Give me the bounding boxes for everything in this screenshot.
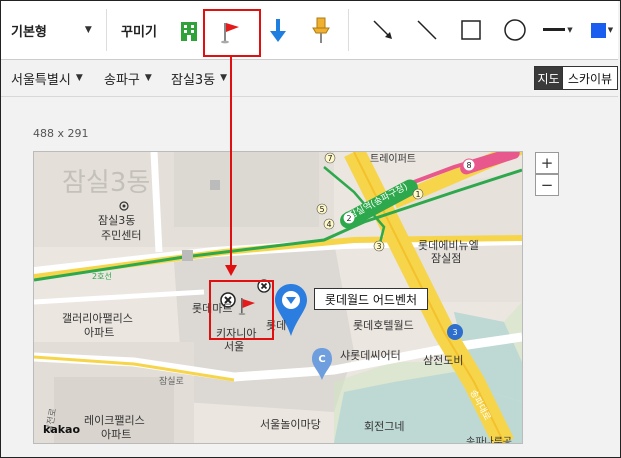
map-type-skyview-button[interactable]: 스카이뷰 xyxy=(562,66,618,90)
community-center-label-1: 잠실3동 xyxy=(98,214,136,227)
building-icon xyxy=(181,22,197,41)
marker-highlight-box xyxy=(209,280,274,340)
community-center-label-2: 주민센터 xyxy=(101,229,142,242)
rectangle-icon xyxy=(461,20,481,40)
selected-tool-highlight xyxy=(203,9,261,57)
svg-text:8: 8 xyxy=(466,161,471,170)
chevron-down-icon: ▼ xyxy=(567,26,573,34)
dong-label: 잠실3동 xyxy=(171,72,216,88)
location-bar: 서울특별시 ▼ 송파구 ▼ 잠실3동 ▼ xyxy=(1,60,618,97)
decorate-text: 꾸미기 xyxy=(121,24,157,40)
charlotte-theater-label: 샤롯데씨어터 xyxy=(340,349,401,362)
svg-text:4: 4 xyxy=(326,220,331,229)
area-name-label: 잠실3동 xyxy=(62,168,151,198)
building-marker-button[interactable] xyxy=(173,1,205,59)
zoom-out-button[interactable]: − xyxy=(535,174,559,196)
zoom-in-button[interactable]: + xyxy=(535,152,559,174)
kakao-logo: kakao xyxy=(43,423,81,436)
color-select[interactable]: ▼ xyxy=(587,1,617,59)
city-select[interactable]: 서울특별시 ▼ xyxy=(11,60,83,96)
arrow-marker-button[interactable] xyxy=(264,1,292,59)
samjeondobi-label: 삼전도비 xyxy=(423,354,464,367)
svg-text:C: C xyxy=(318,354,325,365)
svg-text:3: 3 xyxy=(452,328,457,337)
pushpin-icon xyxy=(312,17,330,43)
color-swatch xyxy=(590,22,606,38)
style-select[interactable]: 기본형 ▼ xyxy=(11,1,101,59)
arrow-line-button[interactable] xyxy=(369,1,397,59)
top-area-label: 트레이퍼트 xyxy=(370,154,416,165)
decorate-label: 꾸미기 xyxy=(114,1,164,59)
map-size-label: 488 x 291 xyxy=(33,127,89,140)
divider xyxy=(106,9,107,51)
chevron-down-icon: ▼ xyxy=(75,73,83,83)
lotte-hotel-label: 롯데호텔월드 xyxy=(353,319,414,332)
map-type-map-button[interactable]: 지도 xyxy=(534,66,563,90)
city-label: 서울특별시 xyxy=(11,72,71,88)
line-button[interactable] xyxy=(413,1,441,59)
street-label-jamsil: 잠실로 xyxy=(159,377,184,387)
line-style-select[interactable]: ▼ xyxy=(541,1,575,59)
circle-icon xyxy=(504,19,526,41)
chevron-down-icon: ▼ xyxy=(607,26,614,34)
arrow-down-icon xyxy=(270,19,286,42)
map-canvas[interactable]: 7 5 4 3 8 1 2 3 2호선 C 잠실3동 잠실3동 주민센터 갤러리… xyxy=(33,151,523,444)
chevron-down-icon: ▼ xyxy=(144,73,152,83)
line-style-icon xyxy=(543,28,566,31)
rectangle-button[interactable] xyxy=(457,1,485,59)
chevron-down-icon: ▼ xyxy=(84,25,92,35)
chevron-down-icon: ▼ xyxy=(220,73,228,83)
svg-text:5: 5 xyxy=(319,205,324,214)
seoul-nori-label: 서울놀이마당 xyxy=(260,418,321,431)
svg-text:7: 7 xyxy=(327,154,332,163)
district-label: 송파구 xyxy=(104,72,140,88)
avenuel-label-2: 잠실점 xyxy=(431,252,462,265)
seoul-label: 서울 xyxy=(224,340,245,353)
svg-text:2호선: 2호선 xyxy=(92,272,112,281)
style-select-label: 기본형 xyxy=(11,24,47,40)
pin-marker-button[interactable] xyxy=(306,1,336,59)
galleria-label-2: 아파트 xyxy=(84,326,115,339)
dong-select[interactable]: 잠실3동 ▼ xyxy=(171,60,227,96)
arrow-line-icon xyxy=(373,20,392,39)
district-select[interactable]: 송파구 ▼ xyxy=(104,60,152,96)
marker-callout[interactable]: 롯데월드 어드벤처 xyxy=(314,288,428,310)
svg-text:3: 3 xyxy=(376,242,381,251)
divider xyxy=(348,9,349,51)
svg-text:1: 1 xyxy=(415,190,420,199)
hoejeon-label: 회전그네 xyxy=(364,420,405,433)
circle-button[interactable] xyxy=(501,1,529,59)
toolbar: 기본형 ▼ 꾸미기 ▼ ▼ xyxy=(1,1,618,60)
songpa-naru-label: 송파나루공 xyxy=(466,437,512,444)
line-icon xyxy=(417,20,437,40)
lake-palace-label-2: 아파트 xyxy=(101,428,132,441)
